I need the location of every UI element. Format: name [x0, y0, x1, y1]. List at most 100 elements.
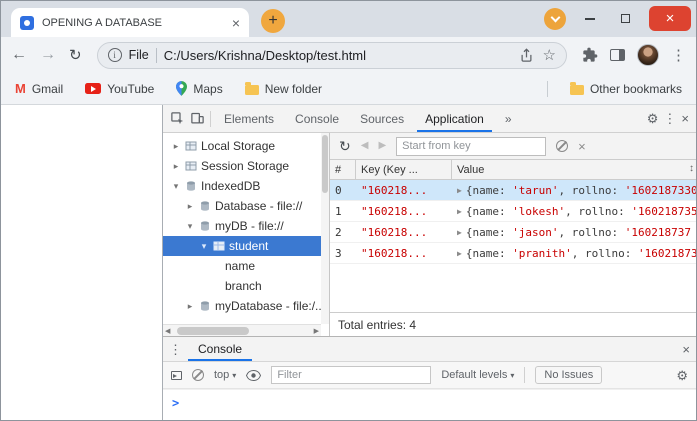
- tab-close-icon[interactable]: ×: [232, 16, 240, 30]
- chevron-down-icon: [550, 12, 560, 22]
- url-text[interactable]: C:/Users/Krishna/Desktop/test.html: [164, 48, 512, 63]
- side-panel-icon[interactable]: [610, 49, 625, 61]
- new-tab-button[interactable]: +: [261, 9, 285, 33]
- devtools-panel: Elements Console Sources Application » ⚙…: [162, 105, 696, 420]
- tree-item-mydatabase[interactable]: ▸ myDatabase - file:/..: [163, 296, 329, 316]
- devtools-menu-icon[interactable]: ⋮: [663, 112, 676, 125]
- value-string: 'tarun': [512, 184, 558, 197]
- next-page-icon[interactable]: ▶: [378, 141, 386, 151]
- chevron-right-icon[interactable]: ▸: [185, 301, 195, 312]
- drawer-close-icon[interactable]: ×: [682, 343, 690, 356]
- tree-item-session-storage[interactable]: ▸ Session Storage: [163, 156, 329, 176]
- bookmark-youtube[interactable]: YouTube: [85, 82, 154, 96]
- expand-triangle-icon[interactable]: ▶: [457, 249, 462, 258]
- devtools-close-icon[interactable]: ×: [681, 112, 689, 125]
- extensions-puzzle-icon[interactable]: [582, 47, 598, 63]
- share-icon[interactable]: [519, 48, 534, 63]
- other-bookmarks-button[interactable]: Other bookmarks: [570, 82, 682, 96]
- tree-item-indexeddb[interactable]: ▾ IndexedDB: [163, 176, 329, 196]
- tree-item-label: student: [229, 239, 268, 253]
- scroll-left-icon[interactable]: ◀: [165, 327, 170, 335]
- expand-triangle-icon[interactable]: ▶: [457, 207, 462, 216]
- tab-application[interactable]: Application: [417, 105, 492, 132]
- console-prompt[interactable]: >: [163, 389, 696, 420]
- table-row[interactable]: 1 "160218... ▶ {name: 'lokesh' , rollno:…: [330, 201, 696, 222]
- table-row[interactable]: 0 "160218... ▶ {name: 'tarun' , rollno: …: [330, 180, 696, 201]
- value-object-text: , rollno:: [559, 184, 625, 197]
- info-icon[interactable]: i: [108, 48, 122, 62]
- bookmark-star-icon[interactable]: ☆: [543, 46, 556, 64]
- forward-button[interactable]: →: [40, 47, 56, 63]
- clear-console-icon[interactable]: [192, 369, 204, 381]
- column-header-key[interactable]: Key (Key ...: [356, 160, 452, 179]
- drawer-menu-icon[interactable]: ⋮: [169, 343, 182, 356]
- live-expression-eye-icon[interactable]: [246, 370, 261, 381]
- browser-menu-icon[interactable]: ⋮: [671, 46, 686, 64]
- browser-tab[interactable]: OPENING A DATABASE ×: [11, 8, 249, 37]
- profile-avatar[interactable]: [637, 44, 659, 66]
- settings-gear-icon[interactable]: ⚙: [647, 112, 659, 125]
- expand-triangle-icon[interactable]: ▶: [457, 186, 462, 195]
- console-settings-gear-icon[interactable]: ⚙: [676, 369, 688, 382]
- minimize-button[interactable]: [579, 7, 601, 31]
- console-filter-input[interactable]: [271, 366, 431, 384]
- bookmark-gmail[interactable]: M Gmail: [15, 81, 63, 96]
- tree-item-index-branch[interactable]: branch: [163, 276, 329, 296]
- tree-item-database-file[interactable]: ▸ Database - file://: [163, 196, 329, 216]
- tree-item-label: Local Storage: [201, 139, 275, 153]
- chevron-down-icon[interactable]: ▾: [199, 241, 209, 252]
- cell-key: "160218...: [356, 184, 452, 197]
- column-header-index[interactable]: #: [330, 160, 356, 179]
- title-bar: OPENING A DATABASE × + ×: [1, 1, 696, 37]
- scrollbar-thumb[interactable]: [177, 327, 249, 335]
- delete-selected-icon[interactable]: ×: [578, 140, 586, 153]
- tree-horizontal-scrollbar[interactable]: ◀ ▶: [163, 324, 321, 336]
- tree-vertical-scrollbar[interactable]: [321, 133, 329, 324]
- console-sidebar-icon[interactable]: [171, 371, 182, 380]
- back-button[interactable]: ←: [11, 47, 27, 63]
- tab-sources[interactable]: Sources: [352, 105, 412, 132]
- tree-item-mydb[interactable]: ▾ myDB - file://: [163, 216, 329, 236]
- chevron-right-icon[interactable]: ▸: [171, 141, 181, 152]
- tab-console[interactable]: Console: [287, 105, 347, 132]
- close-button[interactable]: ×: [649, 6, 691, 31]
- start-from-key-input[interactable]: [396, 137, 546, 156]
- scroll-right-icon[interactable]: ▶: [314, 327, 319, 335]
- scrollbar-thumb[interactable]: [322, 135, 328, 193]
- refresh-icon[interactable]: ↻: [339, 139, 351, 153]
- sort-arrows-icon[interactable]: ↕: [689, 163, 694, 174]
- console-drawer: ⋮ Console × top ▾: [163, 336, 696, 420]
- maximize-button[interactable]: [614, 7, 636, 31]
- bookmark-new-folder[interactable]: New folder: [245, 82, 322, 96]
- chrome-update-icon[interactable]: [544, 8, 566, 30]
- table-row[interactable]: 3 "160218... ▶ {name: 'pranith' , rollno…: [330, 243, 696, 264]
- tree-item-local-storage[interactable]: ▸ Local Storage: [163, 136, 329, 156]
- value-object-text: , rollno:: [565, 205, 631, 218]
- bookmark-maps[interactable]: Maps: [176, 81, 222, 96]
- cell-index: 3: [330, 247, 356, 260]
- chevron-right-icon[interactable]: ▸: [185, 201, 195, 212]
- chevron-down-icon[interactable]: ▾: [171, 181, 181, 192]
- log-levels-dropdown[interactable]: Default levels ▾: [441, 369, 514, 381]
- context-selector[interactable]: top ▾: [214, 369, 236, 381]
- toolbar-separator: [524, 367, 525, 383]
- address-bar[interactable]: i File C:/Users/Krishna/Desktop/test.htm…: [97, 42, 567, 69]
- column-header-value[interactable]: Value: [452, 160, 696, 179]
- storage-grid-icon: [185, 160, 197, 172]
- tree-item-index-name[interactable]: name: [163, 256, 329, 276]
- clear-object-store-icon[interactable]: [556, 140, 568, 152]
- device-toolbar-icon[interactable]: [190, 111, 205, 126]
- no-issues-button[interactable]: No Issues: [535, 366, 602, 384]
- expand-triangle-icon[interactable]: ▶: [457, 228, 462, 237]
- tree-item-student[interactable]: ▾ student: [163, 236, 329, 256]
- prev-page-icon[interactable]: ◀: [361, 141, 369, 151]
- table-row[interactable]: 2 "160218... ▶ {name: 'jason' , rollno: …: [330, 222, 696, 243]
- reload-button[interactable]: ↻: [69, 48, 82, 63]
- chevron-right-icon[interactable]: ▸: [171, 161, 181, 172]
- inspect-element-icon[interactable]: [170, 111, 185, 126]
- tab-elements[interactable]: Elements: [216, 105, 282, 132]
- tab-favicon-icon: [20, 16, 34, 30]
- console-drawer-tab[interactable]: Console: [188, 337, 252, 361]
- more-tabs-button[interactable]: »: [497, 105, 520, 132]
- chevron-down-icon[interactable]: ▾: [185, 221, 195, 232]
